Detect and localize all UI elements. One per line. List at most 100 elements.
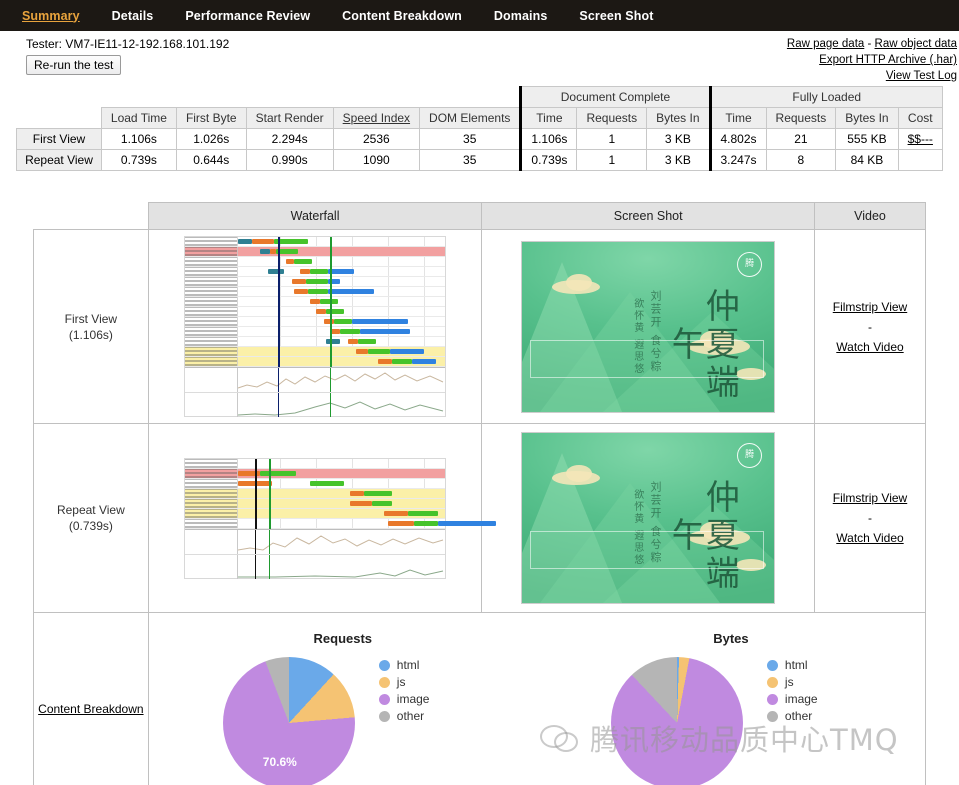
waterfall-cpu-bandwidth-panel bbox=[185, 367, 445, 416]
legend-item: js bbox=[767, 674, 818, 690]
waterfall-row bbox=[185, 357, 445, 367]
tab-domains[interactable]: Domains bbox=[494, 9, 548, 23]
first-view-time: (1.106s) bbox=[35, 327, 147, 343]
request-label bbox=[185, 337, 238, 346]
screenshot-thumbnail-repeat-view[interactable]: 腾 仲夏端午 刘芸开 食兮粽 欲怀黄 遐思悠 bbox=[482, 424, 815, 613]
cell-cost bbox=[898, 150, 942, 171]
raw-object-data-link[interactable]: Raw object data bbox=[875, 38, 957, 50]
waterfall-thumbnail-first-view[interactable] bbox=[148, 230, 482, 424]
brand-badge-icon: 腾 bbox=[737, 252, 762, 277]
watch-video-link[interactable]: Watch Video bbox=[836, 340, 903, 354]
brand-badge-icon: 腾 bbox=[737, 443, 762, 468]
cell-load-time: 1.106s bbox=[101, 129, 176, 150]
col-speed-index[interactable]: Speed Index bbox=[333, 108, 419, 129]
tab-content-breakdown[interactable]: Content Breakdown bbox=[342, 9, 462, 23]
screenshot-thumbnail-first-view[interactable]: 腾 仲夏端午 刘芸开 食兮粽 欲怀黄 遐思悠 bbox=[482, 230, 815, 424]
legend-label: js bbox=[397, 674, 406, 690]
cpu-utilization-graph bbox=[185, 368, 445, 393]
view-test-log-link[interactable]: View Test Log bbox=[886, 70, 957, 82]
bandwidth-graph bbox=[185, 555, 445, 579]
waterfall-request-rows bbox=[185, 459, 445, 529]
spacer-cell bbox=[34, 203, 149, 230]
table-row: Repeat View (0.739s) bbox=[34, 424, 926, 613]
filmstrip-view-link[interactable]: Filmstrip View bbox=[833, 491, 907, 505]
request-track bbox=[238, 337, 445, 346]
request-track bbox=[238, 267, 445, 276]
row-label-repeat-view: Repeat View (0.739s) bbox=[34, 424, 149, 613]
repeat-view-name: Repeat View bbox=[35, 502, 147, 518]
waterfall-row bbox=[185, 347, 445, 357]
request-label bbox=[185, 347, 238, 356]
request-label bbox=[185, 317, 238, 326]
cost-link[interactable]: $$--- bbox=[908, 132, 933, 146]
legend-item: other bbox=[379, 708, 430, 724]
summary-metrics-table-wrapper: Document Complete Fully Loaded Load Time… bbox=[0, 86, 959, 171]
col-speed-index-label: Speed Index bbox=[343, 111, 410, 125]
content-breakdown-link[interactable]: Content Breakdown bbox=[38, 702, 143, 716]
request-label bbox=[185, 519, 238, 528]
cell-fl-time: 3.247s bbox=[710, 150, 766, 171]
waterfall-request-rows bbox=[185, 237, 445, 367]
request-label bbox=[185, 247, 238, 256]
tab-screen-shot[interactable]: Screen Shot bbox=[579, 9, 653, 23]
col-load-time: Load Time bbox=[101, 108, 176, 129]
request-label bbox=[185, 267, 238, 276]
main-navigation: Summary Details Performance Review Conte… bbox=[0, 0, 959, 31]
spacer-cell bbox=[246, 87, 333, 108]
requests-pie-percent-label: 70.6% bbox=[263, 755, 297, 769]
request-label bbox=[185, 509, 238, 518]
col-dom-elements: DOM Elements bbox=[420, 108, 521, 129]
content-breakdown-charts: Requests 70.6% html js image other Bytes bbox=[148, 613, 925, 785]
request-track bbox=[238, 357, 445, 366]
row-label-first-view: First View (1.106s) bbox=[34, 230, 149, 424]
rerun-test-button[interactable]: Re-run the test bbox=[26, 55, 121, 75]
export-har-link[interactable]: Export HTTP Archive (.har) bbox=[819, 54, 957, 66]
screenshot-input-box bbox=[530, 531, 764, 569]
legend-item: other bbox=[767, 708, 818, 724]
pie-charts-container: Requests 70.6% html js image other Bytes bbox=[149, 623, 925, 785]
cell-dc-time: 1.106s bbox=[521, 129, 577, 150]
table-row: Content Breakdown Requests 70.6% html js… bbox=[34, 613, 926, 785]
legend-item: html bbox=[379, 657, 430, 673]
request-track bbox=[238, 247, 445, 256]
waterfall-row bbox=[185, 257, 445, 267]
spacer-cell bbox=[17, 87, 102, 108]
webpagetest-summary-page: Summary Details Performance Review Conte… bbox=[0, 0, 959, 785]
tab-summary[interactable]: Summary bbox=[22, 9, 80, 23]
watch-video-link[interactable]: Watch Video bbox=[836, 531, 903, 545]
cell-start-render: 0.990s bbox=[246, 150, 333, 171]
page-screenshot[interactable]: 腾 仲夏端午 刘芸开 食兮粽 欲怀黄 遐思悠 bbox=[521, 432, 775, 604]
legend-swatch-image bbox=[767, 694, 778, 705]
bytes-chart-title: Bytes bbox=[537, 631, 925, 646]
link-separator: - bbox=[816, 508, 924, 528]
header-video: Video bbox=[814, 203, 925, 230]
waterfall-thumbnail-repeat-view[interactable] bbox=[148, 424, 482, 613]
cell-dc-bytes-in: 3 KB bbox=[647, 129, 710, 150]
spacer-cell bbox=[176, 87, 246, 108]
request-label bbox=[185, 459, 238, 468]
request-label bbox=[185, 297, 238, 306]
results-grid-header-row: Waterfall Screen Shot Video bbox=[34, 203, 926, 230]
row-label-content-breakdown[interactable]: Content Breakdown bbox=[34, 613, 149, 785]
cell-cost[interactable]: $$--- bbox=[898, 129, 942, 150]
cell-start-render: 2.294s bbox=[246, 129, 333, 150]
raw-page-data-link[interactable]: Raw page data bbox=[787, 38, 864, 50]
waterfall-chart[interactable] bbox=[184, 236, 446, 417]
waterfall-chart[interactable] bbox=[184, 458, 446, 579]
requests-pie-legend: html js image other bbox=[379, 657, 430, 725]
request-label bbox=[185, 257, 238, 266]
waterfall-row bbox=[185, 297, 445, 307]
waterfall-row bbox=[185, 459, 445, 469]
waterfall-row bbox=[185, 317, 445, 327]
waterfall-row bbox=[185, 519, 445, 529]
legend-label: js bbox=[785, 674, 794, 690]
filmstrip-view-link[interactable]: Filmstrip View bbox=[833, 300, 907, 314]
request-track bbox=[238, 347, 445, 356]
request-track bbox=[238, 307, 445, 316]
row-label-first-view: First View bbox=[17, 129, 102, 150]
cell-fl-requests: 8 bbox=[766, 150, 836, 171]
tab-details[interactable]: Details bbox=[112, 9, 154, 23]
tab-performance-review[interactable]: Performance Review bbox=[185, 9, 310, 23]
page-screenshot[interactable]: 腾 仲夏端午 刘芸开 食兮粽 欲怀黄 遐思悠 bbox=[521, 241, 775, 413]
bytes-pie-chart bbox=[611, 657, 743, 785]
